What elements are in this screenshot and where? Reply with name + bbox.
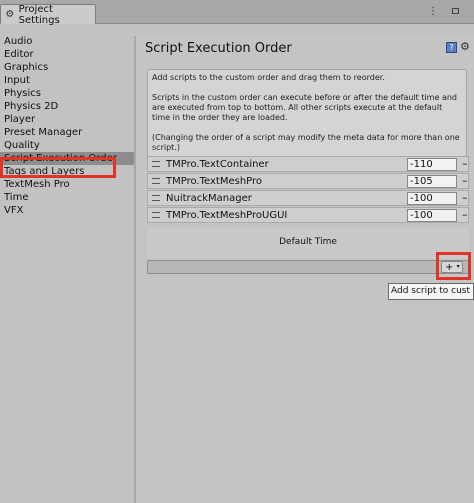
order-input[interactable]: -110 bbox=[407, 158, 457, 171]
tab-title: Project Settings bbox=[18, 3, 60, 26]
script-row[interactable]: NuitrackManager -100 – bbox=[147, 190, 469, 206]
gear-icon: ⚙ bbox=[5, 9, 15, 20]
sidebar-item-time[interactable]: Time bbox=[0, 191, 134, 204]
remove-script-button[interactable]: – bbox=[462, 191, 468, 204]
sidebar-item-physics-2d[interactable]: Physics 2D bbox=[0, 100, 134, 113]
help-box: Add scripts to the custom order and drag… bbox=[147, 69, 467, 159]
help-text-2: Scripts in the custom order can execute … bbox=[152, 93, 457, 122]
settings-gear-icon[interactable]: ⚙ bbox=[460, 40, 470, 53]
sidebar-item-audio[interactable]: Audio bbox=[0, 35, 134, 48]
drag-handle-icon[interactable] bbox=[152, 161, 160, 167]
drag-handle-icon[interactable] bbox=[152, 195, 160, 201]
sidebar-item-physics[interactable]: Physics bbox=[0, 87, 134, 100]
sidebar-item-player[interactable]: Player bbox=[0, 113, 134, 126]
remove-script-button[interactable]: – bbox=[462, 208, 468, 221]
script-row[interactable]: TMPro.TextContainer -110 – bbox=[147, 156, 469, 172]
remove-script-button[interactable]: – bbox=[462, 157, 468, 170]
sidebar-item-input[interactable]: Input bbox=[0, 74, 134, 87]
default-time-marker: Default Time bbox=[147, 228, 469, 259]
settings-sidebar: Audio Editor Graphics Input Physics Phys… bbox=[0, 35, 134, 217]
maximize-icon[interactable] bbox=[452, 8, 459, 14]
script-name: TMPro.TextMeshPro bbox=[166, 176, 263, 187]
sidebar-item-preset-manager[interactable]: Preset Manager bbox=[0, 126, 134, 139]
help-text-3: (Changing the order of a script may modi… bbox=[152, 133, 460, 152]
sidebar-item-vfx[interactable]: VFX bbox=[0, 204, 134, 217]
remove-script-button[interactable]: – bbox=[462, 174, 468, 187]
sidebar-item-quality[interactable]: Quality bbox=[0, 139, 134, 152]
help-book-icon[interactable]: ? bbox=[446, 42, 457, 53]
drag-handle-icon[interactable] bbox=[152, 212, 160, 218]
sidebar-item-editor[interactable]: Editor bbox=[0, 48, 134, 61]
sidebar-item-graphics[interactable]: Graphics bbox=[0, 61, 134, 74]
order-input[interactable]: -105 bbox=[407, 175, 457, 188]
script-execution-order-panel: Script Execution Order ? ⚙ Add scripts t… bbox=[136, 36, 474, 503]
sidebar-highlight-annotation bbox=[0, 157, 116, 178]
add-script-tooltip: Add script to cust bbox=[388, 283, 474, 300]
script-row[interactable]: TMPro.TextMeshPro -105 – bbox=[147, 173, 469, 189]
list-footer bbox=[147, 260, 469, 274]
help-text-1: Add scripts to the custom order and drag… bbox=[152, 73, 385, 82]
sidebar-item-textmesh-pro[interactable]: TextMesh Pro bbox=[0, 178, 134, 191]
order-input[interactable]: -100 bbox=[407, 192, 457, 205]
kebab-menu-icon[interactable]: ⋮ bbox=[428, 6, 438, 17]
order-input[interactable]: -100 bbox=[407, 209, 457, 222]
tab-project-settings[interactable]: ⚙ Project Settings bbox=[0, 3, 96, 26]
script-name: TMPro.TextContainer bbox=[166, 159, 269, 170]
default-time-label: Default Time bbox=[279, 237, 337, 247]
title-bar: ⚙ Project Settings ⋮ bbox=[0, 0, 474, 26]
page-title: Script Execution Order bbox=[145, 41, 292, 56]
script-name: TMPro.TextMeshProUGUI bbox=[166, 210, 288, 221]
script-name: NuitrackManager bbox=[166, 193, 252, 204]
script-row[interactable]: TMPro.TextMeshProUGUI -100 – bbox=[147, 207, 469, 223]
add-button-highlight-annotation bbox=[436, 252, 471, 280]
drag-handle-icon[interactable] bbox=[152, 178, 160, 184]
